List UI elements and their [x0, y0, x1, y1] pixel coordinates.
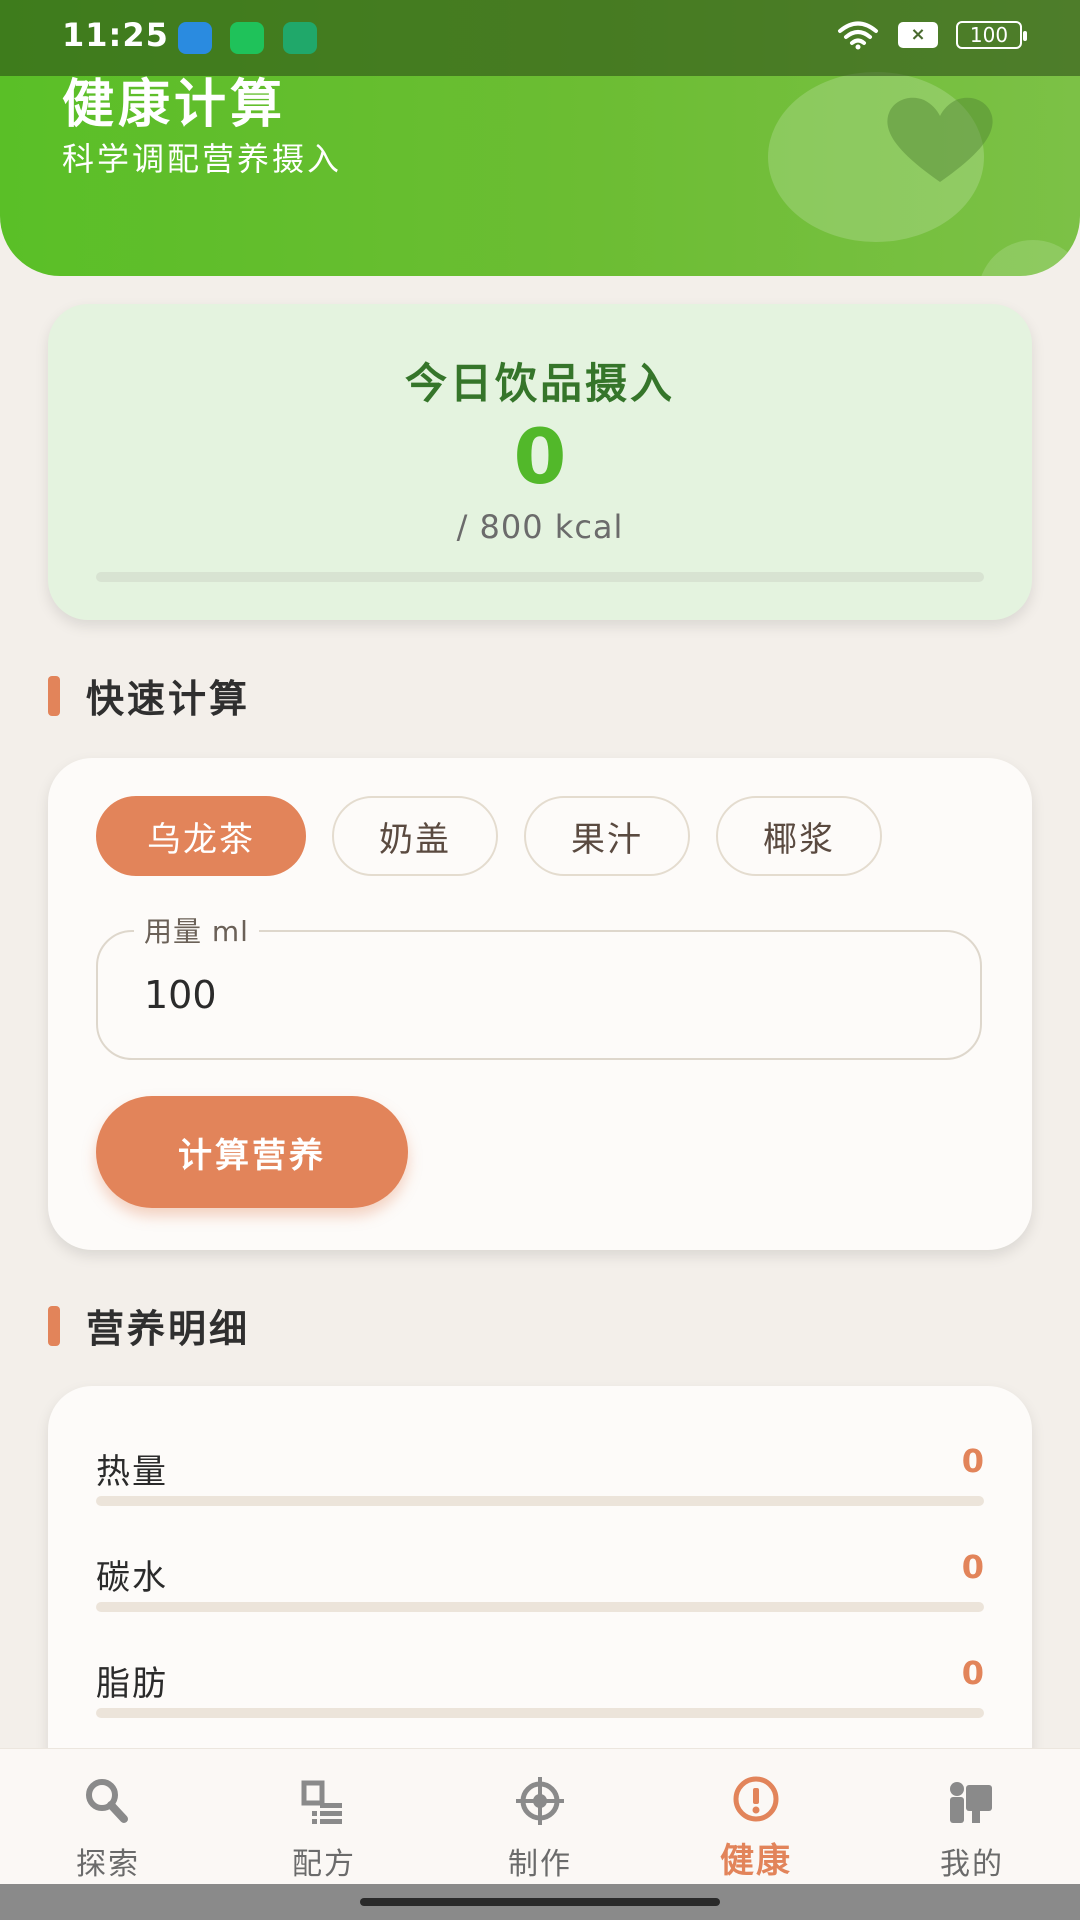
app-notification-icon [178, 22, 212, 54]
section-marker [48, 1305, 60, 1346]
nav-recipes[interactable]: 配方 [216, 1749, 432, 1885]
chip-juice[interactable]: 果汁 [524, 796, 690, 876]
wifi-icon [838, 21, 878, 50]
quick-calc-heading: 快速计算 [48, 668, 250, 723]
intake-progress-bar [96, 572, 984, 582]
nutrition-value: 0 [961, 1442, 984, 1480]
daily-intake-card: 今日饮品摄入 0 / 800 kcal [48, 304, 1032, 620]
nutrition-heading: 营养明细 [48, 1298, 250, 1353]
bottom-nav: 探索 配方 制作 健康 我的 [0, 1748, 1080, 1884]
nutrition-bar [96, 1708, 984, 1718]
nutrition-label: 碳水 [96, 1558, 168, 1598]
chip-oolong-tea[interactable]: 乌龙茶 [96, 796, 306, 876]
chip-milk-foam[interactable]: 奶盖 [332, 796, 498, 876]
section-title: 营养明细 [86, 1307, 251, 1351]
amount-field-label: 用量 ml [134, 910, 259, 950]
heart-icon [887, 97, 993, 182]
sim-icon: × [898, 22, 938, 48]
user-profile-icon [950, 1782, 992, 1823]
target-icon [516, 1777, 564, 1825]
nav-label: 探索 [76, 1847, 140, 1882]
nav-profile[interactable]: 我的 [864, 1749, 1080, 1885]
recipe-list-icon [301, 1780, 342, 1824]
section-title: 快速计算 [86, 677, 251, 721]
nav-health[interactable]: 健康 [648, 1749, 864, 1885]
nav-label: 制作 [508, 1847, 572, 1882]
drink-chips: 乌龙茶 奶盖 果汁 椰浆 [96, 796, 882, 876]
chip-coconut-milk[interactable]: 椰浆 [716, 796, 882, 876]
nav-explore[interactable]: 探索 [0, 1749, 216, 1885]
nutrition-label: 脂肪 [96, 1664, 168, 1704]
app-notification-icon [230, 22, 264, 54]
intake-title: 今日饮品摄入 [404, 359, 675, 408]
status-time: 11:25 [62, 16, 169, 54]
home-indicator[interactable] [360, 1898, 720, 1906]
nutrition-value: 0 [961, 1548, 984, 1586]
amount-field[interactable]: 用量 ml [96, 910, 982, 1060]
nutrition-label: 热量 [96, 1452, 168, 1492]
intake-value: 0 [513, 412, 567, 501]
nutrition-value: 0 [961, 1654, 984, 1692]
page-title: 健康计算 [62, 75, 287, 135]
intake-goal: / 800 kcal [456, 508, 624, 546]
quick-calc-card: 乌龙茶 奶盖 果汁 椰浆 用量 ml 计算营养 [48, 758, 1032, 1250]
search-icon [86, 1779, 128, 1823]
header: 11:25 × 100 健康计算 科学调配营养摄入 [0, 0, 1080, 276]
nav-label: 我的 [940, 1847, 1004, 1882]
nutrition-bar [96, 1496, 984, 1506]
section-marker [48, 675, 60, 716]
page-subtitle: 科学调配营养摄入 [62, 140, 343, 178]
battery-icon: 100 [956, 21, 1027, 49]
nav-make[interactable]: 制作 [432, 1749, 648, 1885]
nav-label: 配方 [292, 1847, 356, 1882]
app-notification-icon [283, 22, 317, 54]
decorative-circle [978, 240, 1080, 276]
nav-label: 健康 [720, 1841, 792, 1881]
nutrition-bar [96, 1602, 984, 1612]
calculate-nutrition-button[interactable]: 计算营养 [96, 1096, 408, 1208]
amount-input[interactable] [144, 970, 924, 1020]
info-icon [733, 1776, 779, 1822]
